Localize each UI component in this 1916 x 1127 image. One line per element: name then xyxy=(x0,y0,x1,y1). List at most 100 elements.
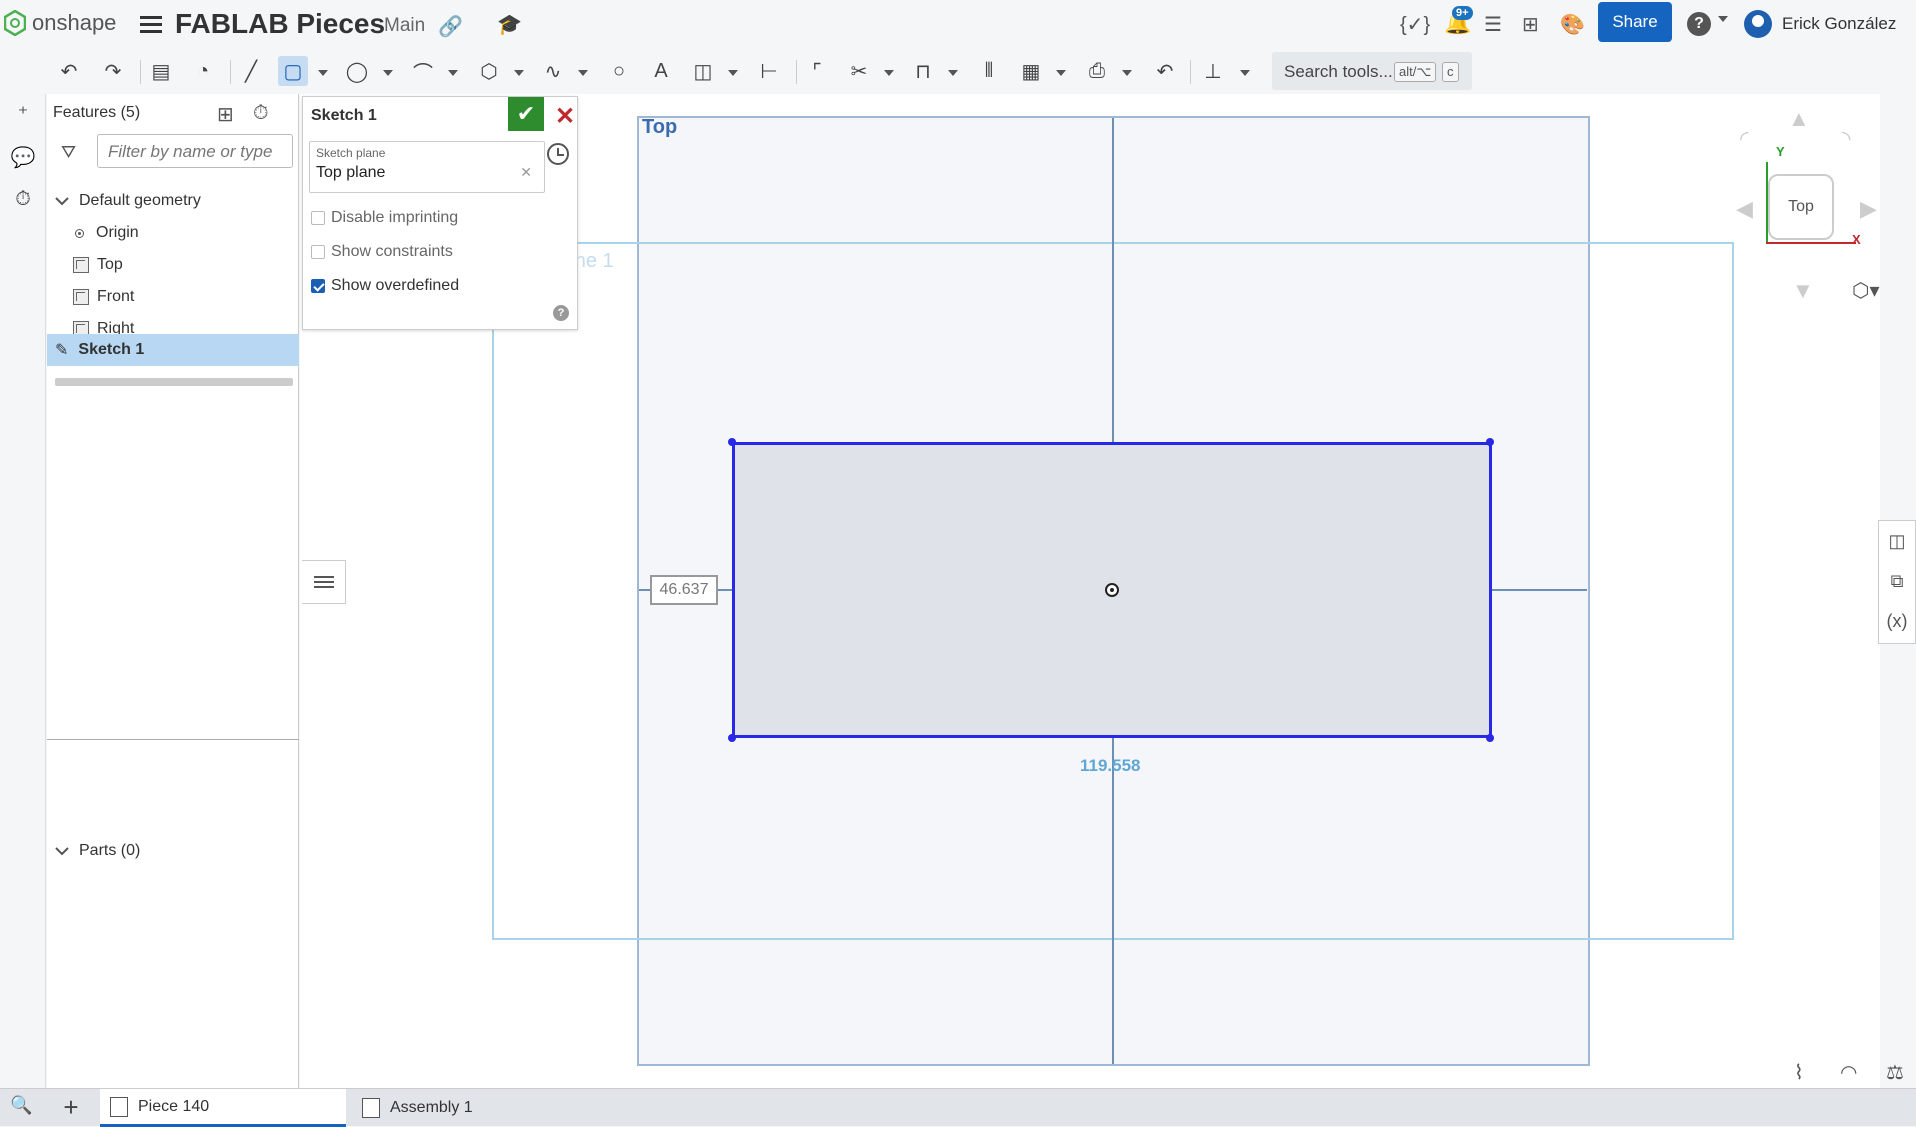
variables-icon[interactable]: {✓} xyxy=(1400,12,1430,37)
rectangle-vertex[interactable] xyxy=(1486,734,1494,742)
text-icon[interactable]: A xyxy=(646,56,676,86)
clear-plane-icon[interactable]: ✕ xyxy=(520,164,532,181)
view-cube[interactable]: ◜ ▲ ◝ ◀ ▶ ▼ Y X Top xyxy=(1736,102,1886,304)
filter-input-box[interactable] xyxy=(97,134,293,168)
tasks-icon[interactable]: ☰ xyxy=(1484,12,1502,37)
add-tab-button[interactable]: + xyxy=(56,1093,86,1123)
learning-center-icon[interactable]: 🎓 xyxy=(497,12,522,37)
rectangle-icon[interactable]: ▢ xyxy=(278,56,308,86)
appearance-icon[interactable]: 🎨 xyxy=(1560,12,1585,37)
variables-panel-icon[interactable]: (x) xyxy=(1879,601,1915,641)
trim-icon[interactable]: ✂ xyxy=(844,56,874,86)
rectangle-vertex[interactable] xyxy=(728,438,736,446)
arrow-down-icon[interactable]: ▼ xyxy=(1792,278,1814,304)
pattern-dropdown-icon[interactable] xyxy=(1056,70,1066,76)
user-avatar[interactable] xyxy=(1744,10,1772,38)
mirror-icon[interactable]: ⫴ xyxy=(974,56,1004,86)
rotate-right-arc-icon[interactable]: ◝ xyxy=(1842,126,1851,152)
trim-dropdown-icon[interactable] xyxy=(884,70,894,76)
circle-icon[interactable]: ◯ xyxy=(342,56,372,86)
default-geometry-row[interactable]: Default geometry xyxy=(47,186,299,216)
accept-button[interactable]: ✔ xyxy=(508,97,544,131)
comments-icon[interactable]: 💬 xyxy=(10,144,36,170)
document-title[interactable]: FABLAB Pieces xyxy=(175,8,385,40)
dimension-input-vertical[interactable]: 46.637 xyxy=(650,575,718,605)
filter-input[interactable] xyxy=(106,141,286,163)
dimension-icon[interactable]: ◔ xyxy=(188,56,218,86)
measure-icon[interactable]: ⌇ xyxy=(1794,1060,1804,1085)
arrow-left-icon[interactable]: ◀ xyxy=(1736,196,1753,222)
dxf-import-icon[interactable]: ⎙ xyxy=(1082,56,1112,86)
help-dropdown-icon[interactable] xyxy=(1718,16,1728,22)
option-show-overdefined[interactable]: Show overdefined xyxy=(311,277,459,295)
rectangle-vertex[interactable] xyxy=(728,734,736,742)
undo-icon[interactable]: ↶ xyxy=(54,56,84,86)
arc-icon[interactable]: ⌒ xyxy=(408,56,438,86)
spline-dropdown-icon[interactable] xyxy=(578,70,588,76)
arrow-up-icon[interactable]: ▲ xyxy=(1788,106,1810,132)
main-menu-icon[interactable] xyxy=(140,12,162,37)
history-icon[interactable]: ⏱ xyxy=(10,186,36,212)
circle-dropdown-icon[interactable] xyxy=(383,70,393,76)
offset-icon[interactable]: ⊓ xyxy=(908,56,938,86)
share-button[interactable]: Share xyxy=(1598,2,1672,42)
polygon-dropdown-icon[interactable] xyxy=(514,70,524,76)
checkbox[interactable] xyxy=(311,211,325,225)
point-icon[interactable]: ○ xyxy=(604,56,634,86)
dialog-help-icon[interactable]: ? xyxy=(553,305,569,321)
list-toggle-button[interactable] xyxy=(302,560,346,604)
option-disable-imprinting[interactable]: Disable imprinting xyxy=(311,209,458,227)
section-view-icon[interactable]: ◠ xyxy=(1840,1060,1857,1085)
filter-icon[interactable]: ⛛ xyxy=(61,142,76,163)
constraints-icon[interactable]: ⊥ xyxy=(1198,56,1228,86)
constraints-dropdown-icon[interactable] xyxy=(1240,70,1250,76)
polygon-icon[interactable]: ⬡ xyxy=(474,56,504,86)
construction-dropdown-icon[interactable] xyxy=(728,70,738,76)
pattern-icon[interactable]: ▦ xyxy=(1016,56,1046,86)
tree-item-origin[interactable]: Origin xyxy=(47,218,299,248)
chevron-down-icon[interactable] xyxy=(55,196,69,206)
tree-item-front[interactable]: Front xyxy=(47,282,299,312)
checkbox[interactable] xyxy=(311,245,325,259)
search-tools-input[interactable]: Search tools... alt/⌥ c xyxy=(1272,52,1472,90)
dimension-horizontal[interactable]: 119.558 xyxy=(1080,756,1141,776)
rotate-left-arc-icon[interactable]: ◜ xyxy=(1740,126,1749,152)
configurations-icon[interactable]: ⧉ xyxy=(1879,561,1915,601)
chevron-down-icon[interactable] xyxy=(55,846,69,856)
cancel-button[interactable]: ✕ xyxy=(549,101,577,130)
appearance-panel-icon[interactable]: ◫ xyxy=(1879,521,1915,561)
arrow-right-icon[interactable]: ▶ xyxy=(1860,196,1877,222)
clock-icon[interactable] xyxy=(547,143,569,165)
rectangle-vertex[interactable] xyxy=(1486,438,1494,446)
new-folder-icon[interactable]: ⊞ xyxy=(217,102,234,127)
fillet-icon[interactable]: ⌜ xyxy=(802,56,832,86)
parts-divider[interactable] xyxy=(47,739,299,740)
tree-item-sketch-1[interactable]: ✎ Sketch 1 xyxy=(47,334,299,366)
transform-icon[interactable]: ↶ xyxy=(1150,56,1180,86)
option-show-constraints[interactable]: Show constraints xyxy=(311,243,453,261)
tab-assembly-1[interactable]: Assembly 1 xyxy=(352,1089,596,1127)
midpoint-icon[interactable]: ⊢ xyxy=(754,56,784,86)
workspace-label[interactable]: Main xyxy=(384,15,425,37)
mass-properties-icon[interactable]: ⚖ xyxy=(1886,1060,1904,1085)
offset-dropdown-icon[interactable] xyxy=(948,70,958,76)
horizontal-scrollbar[interactable] xyxy=(55,378,293,386)
use-icon[interactable]: ▤ xyxy=(146,56,176,86)
dxf-dropdown-icon[interactable] xyxy=(1122,70,1132,76)
line-icon[interactable]: ╱ xyxy=(236,56,266,86)
rollback-timer-icon[interactable]: ⏱ xyxy=(253,102,269,125)
app-store-icon[interactable]: ⊞ xyxy=(1522,12,1539,37)
view-cube-face[interactable]: Top xyxy=(1768,174,1834,240)
origin-point[interactable] xyxy=(1105,583,1119,597)
parts-row[interactable]: Parts (0) xyxy=(47,836,299,866)
view-options-icon[interactable]: ⬡▾ xyxy=(1852,278,1880,303)
link-icon[interactable]: 🔗 xyxy=(438,14,463,39)
sketch-plane-field[interactable]: Sketch plane Top plane ✕ xyxy=(309,141,545,193)
tab-manager-icon[interactable]: 🔍 xyxy=(10,1095,32,1116)
add-feature-icon[interactable]: ⁺ xyxy=(10,100,36,126)
tab-piece-140[interactable]: Piece 140 xyxy=(100,1089,346,1127)
user-name[interactable]: Erick González xyxy=(1782,14,1896,34)
help-icon[interactable]: ? xyxy=(1687,12,1711,36)
redo-icon[interactable]: ↷ xyxy=(98,56,128,86)
rectangle-dropdown-icon[interactable] xyxy=(318,70,328,76)
